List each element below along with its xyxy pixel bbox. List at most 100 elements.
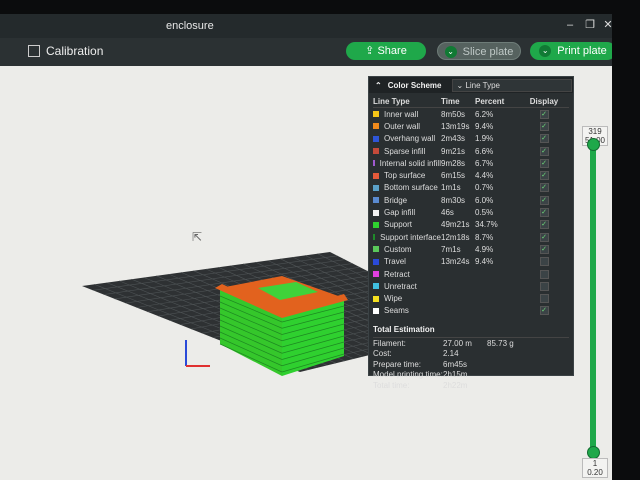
legend-row: Unretract ✓ [373, 280, 569, 292]
line-type-label: Bottom surface [384, 183, 438, 193]
color-swatch-icon [373, 234, 376, 241]
line-type-percent: 0.7% [475, 183, 494, 193]
legend-row: Bridge 8m30s 6.0% ✓ [373, 194, 569, 206]
display-checkbox[interactable]: ✓ [539, 146, 549, 156]
chevron-down-icon[interactable]: ⌄ [444, 46, 457, 59]
legend-row: Internal solid infill 9m28s 6.7% ✓ [373, 157, 569, 169]
layer-slider-track[interactable] [590, 142, 596, 458]
line-type-label: Retract [384, 269, 410, 279]
line-type-percent: 9.4% [475, 121, 494, 131]
estimation-value: 27.00 m [443, 338, 472, 348]
chevron-down-icon[interactable]: ⌄ [539, 45, 552, 58]
top-layer-number: 319 [588, 127, 602, 136]
line-type-label: Unretract [384, 281, 417, 291]
line-type-time: 8m50s [441, 109, 466, 119]
legend-rows: Inner wall 8m50s 6.2% ✓ Outer wall 13m19s 9.4%… [369, 108, 573, 317]
calibration-tab[interactable]: Calibration [28, 44, 103, 58]
display-checkbox[interactable]: ✓ [539, 257, 549, 267]
legend-row: Top surface 6m15s 4.4% ✓ [373, 169, 569, 181]
color-scheme-header: ⌃ Color Scheme ⌄ Line Type [369, 77, 573, 93]
legend-row-type: Top surface [373, 171, 441, 180]
screen: enclosure – ❐ ✕ Calibration ⇪ Share ⌄ Sli… [0, 14, 612, 480]
estimation-label: Cost: [373, 349, 392, 359]
line-type-time: 49m21s [441, 220, 470, 230]
line-type-label: Support [384, 220, 413, 230]
legend-header-row: Line Type Time Percent Display [373, 95, 569, 108]
print-label: Print plate [557, 45, 607, 57]
color-swatch-icon [373, 111, 379, 118]
legend-row-type: Custom [373, 245, 441, 254]
line-type-time: 46s [441, 208, 454, 218]
estimation-value: 2h22m [443, 380, 468, 390]
display-checkbox[interactable]: ✓ [539, 244, 549, 254]
line-type-percent: 6.2% [475, 109, 494, 119]
legend-row-type: Bridge [373, 196, 441, 205]
color-swatch-icon [373, 283, 379, 290]
header-percent: Percent [475, 96, 505, 106]
display-checkbox[interactable]: ✓ [539, 195, 549, 205]
header-display: Display [529, 96, 559, 106]
legend-row-type: Overhang wall [373, 134, 441, 143]
estimation-row: Model printing time: 2h15m [373, 370, 569, 381]
estimation-rows: Filament: 27.00 m 85.73 g Cost: 2.14 Prepare … [369, 338, 573, 391]
window-title: enclosure [166, 20, 214, 32]
line-type-percent: 9.4% [475, 257, 494, 267]
bottom-layer-number: 1 [592, 459, 598, 468]
estimation-label: Total time: [373, 380, 410, 390]
legend-row-type: Travel [373, 257, 441, 266]
display-checkbox[interactable]: ✓ [539, 232, 549, 242]
legend-row-type: Outer wall [373, 122, 441, 131]
line-type-percent: 0.5% [475, 208, 494, 218]
line-type-time: 7m1s [441, 244, 461, 254]
line-type-label: Seams [384, 306, 409, 316]
line-type-time: 13m19s [441, 121, 470, 131]
share-icon: ⇪ [365, 45, 378, 57]
close-icon[interactable]: ✕ [602, 19, 612, 31]
line-type-time: 2m43s [441, 134, 466, 144]
slice-plate-button[interactable]: ⌄ Slice plate [437, 42, 521, 60]
display-checkbox[interactable]: ✓ [539, 121, 549, 131]
display-checkbox[interactable]: ✓ [539, 183, 549, 193]
layer-slider-top-handle[interactable] [587, 138, 600, 151]
legend-row: Outer wall 13m19s 9.4% ✓ [373, 120, 569, 132]
color-swatch-icon [373, 246, 379, 253]
color-swatch-icon [373, 209, 379, 216]
toolbar: Calibration ⇪ Share ⌄ Slice plate ⌄ Print … [0, 38, 612, 66]
collapse-icon[interactable]: ⌃ [375, 81, 382, 90]
estimation-value-secondary: 85.73 g [487, 338, 514, 348]
display-checkbox[interactable]: ✓ [539, 158, 549, 168]
color-swatch-icon [373, 295, 379, 302]
line-type-time: 1m1s [441, 183, 461, 193]
display-checkbox[interactable]: ✓ [539, 220, 549, 230]
line-type-time: 9m21s [441, 146, 466, 156]
color-scheme-value: Line Type [465, 80, 500, 90]
print-plate-button[interactable]: ⌄ Print plate [530, 42, 612, 60]
color-scheme-dropdown[interactable]: ⌄ Line Type [451, 78, 572, 92]
legend-row: Seams ✓ [373, 305, 569, 317]
line-type-label: Travel [384, 257, 406, 267]
share-button[interactable]: ⇪ Share [346, 42, 426, 60]
minimize-icon[interactable]: – [564, 19, 576, 31]
estimation-value: 6m45s [443, 359, 468, 369]
display-checkbox[interactable]: ✓ [539, 208, 549, 218]
header-line-type: Line Type [373, 96, 410, 106]
display-checkbox[interactable]: ✓ [539, 134, 549, 144]
legend-row: Support 49m21s 34.7% ✓ [373, 219, 569, 231]
display-checkbox[interactable]: ✓ [539, 306, 549, 316]
calibration-label: Calibration [46, 44, 104, 58]
legend-row: Overhang wall 2m43s 1.9% ✓ [373, 133, 569, 145]
legend-row: Inner wall 8m50s 6.2% ✓ [373, 108, 569, 120]
line-type-label: Internal solid infill [379, 158, 441, 168]
legend-row-type: Support [373, 220, 441, 229]
display-checkbox[interactable]: ✓ [539, 281, 549, 291]
display-checkbox[interactable]: ✓ [539, 269, 549, 279]
share-label: Share [377, 45, 407, 57]
display-checkbox[interactable]: ✓ [539, 171, 549, 181]
estimation-label: Prepare time: [373, 359, 422, 369]
line-type-label: Overhang wall [384, 134, 436, 144]
display-checkbox[interactable]: ✓ [539, 109, 549, 119]
restore-icon[interactable]: ❐ [584, 19, 596, 31]
line-type-time: 13m24s [441, 257, 470, 267]
display-checkbox[interactable]: ✓ [539, 294, 549, 304]
color-swatch-icon [373, 258, 379, 265]
